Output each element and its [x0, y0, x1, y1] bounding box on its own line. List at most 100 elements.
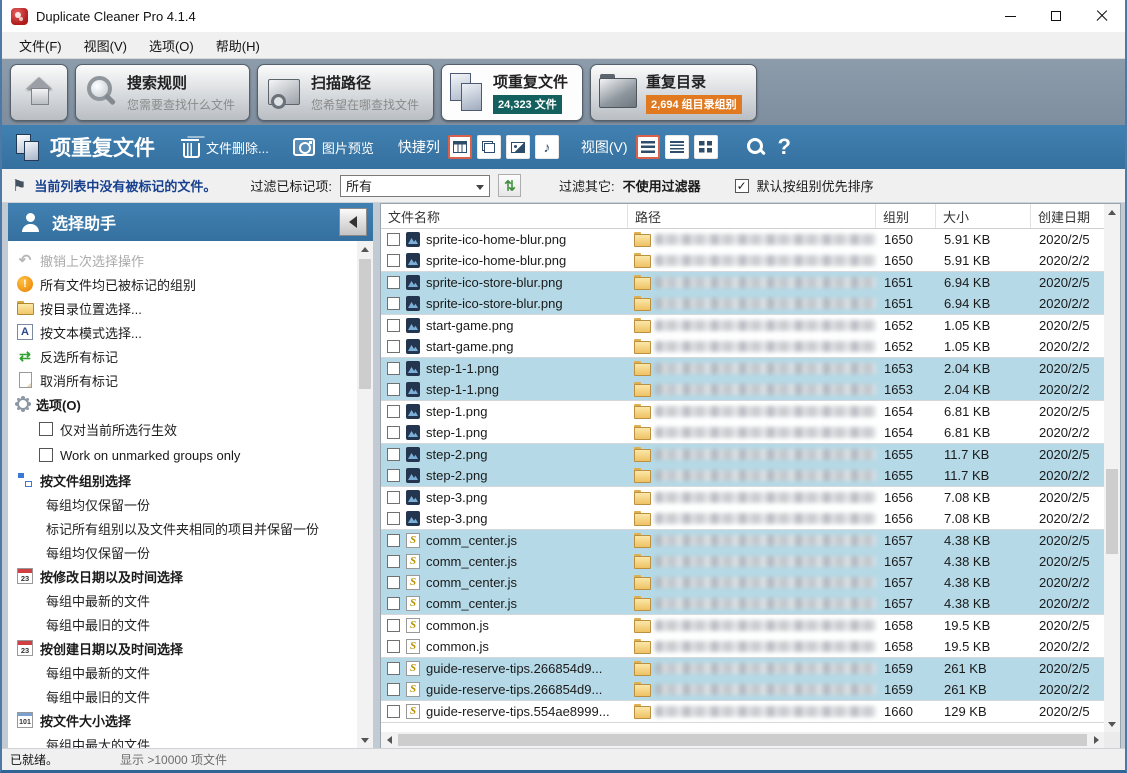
table-row[interactable]: comm_center.js16574.38 KB2020/2/2: [381, 593, 1104, 615]
row-checkbox[interactable]: [387, 426, 400, 439]
sidebar-item-1[interactable]: 所有文件均已被标记的组别: [17, 272, 357, 296]
table-row[interactable]: sprite-ico-home-blur.png16505.91 KB2020/…: [381, 229, 1104, 250]
sidebar-item-14[interactable]: 每组中最新的文件: [17, 588, 357, 612]
sidebar-item-13[interactable]: 按修改日期以及时间选择: [17, 564, 357, 588]
collapse-panel-button[interactable]: [339, 208, 367, 236]
row-checkbox[interactable]: [387, 534, 400, 547]
sidebar-item-8[interactable]: Work on unmarked groups only: [17, 442, 357, 468]
column-header-path[interactable]: 路径: [628, 204, 876, 228]
menu-item-0[interactable]: 文件(F): [8, 32, 73, 59]
help-icon[interactable]: [778, 134, 791, 160]
table-row[interactable]: sprite-ico-home-blur.png16505.91 KB2020/…: [381, 250, 1104, 272]
table-vertical-scrollbar[interactable]: [1104, 204, 1120, 732]
column-grid-icon-button[interactable]: [448, 135, 472, 159]
table-horizontal-scrollbar[interactable]: [381, 732, 1104, 748]
sidebar-scrollbar[interactable]: [357, 241, 373, 748]
row-checkbox[interactable]: [387, 640, 400, 653]
filter-marked-select[interactable]: 所有: [340, 175, 490, 197]
detail-view-icon-button[interactable]: [665, 135, 689, 159]
row-checkbox[interactable]: [387, 705, 400, 718]
tab-scan-paths[interactable]: 扫描路径您希望在哪查找文件: [257, 64, 434, 121]
sidebar-item-6[interactable]: 选项(O): [17, 392, 357, 416]
sidebar-item-7[interactable]: 仅对当前所选行生效: [17, 416, 357, 442]
sidebar-item-2[interactable]: 按目录位置选择...: [17, 296, 357, 320]
table-scroll-down-icon[interactable]: [1104, 716, 1120, 732]
table-row[interactable]: comm_center.js16574.38 KB2020/2/5: [381, 530, 1104, 551]
row-checkbox[interactable]: [387, 619, 400, 632]
sidebar-scroll-thumb[interactable]: [359, 259, 371, 389]
table-row[interactable]: guide-reserve-tips.266854d9...1659261 KB…: [381, 658, 1104, 679]
table-row[interactable]: step-1.png16546.81 KB2020/2/5: [381, 401, 1104, 422]
column-header-size[interactable]: 大小: [936, 204, 1031, 228]
scroll-down-icon[interactable]: [357, 732, 373, 748]
tab-search-rules[interactable]: 搜索规则您需要查找什么文件: [75, 64, 250, 121]
tab-duplicate-files[interactable]: 项重复文件24,323 文件: [441, 64, 583, 121]
row-checkbox[interactable]: [387, 297, 400, 310]
music-note-icon-button[interactable]: [535, 135, 559, 159]
table-row[interactable]: step-3.png16567.08 KB2020/2/2: [381, 508, 1104, 530]
sidebar-checkbox-7[interactable]: [39, 422, 53, 436]
menu-item-2[interactable]: 选项(O): [138, 32, 205, 59]
sidebar-item-5[interactable]: 取消所有标记: [17, 368, 357, 392]
sidebar-item-17[interactable]: 每组中最新的文件: [17, 660, 357, 684]
row-checkbox[interactable]: [387, 383, 400, 396]
table-row[interactable]: step-1-1.png16532.04 KB2020/2/2: [381, 379, 1104, 401]
table-row[interactable]: comm_center.js16574.38 KB2020/2/5: [381, 551, 1104, 572]
table-row[interactable]: start-game.png16521.05 KB2020/2/5: [381, 315, 1104, 336]
sidebar-item-19[interactable]: 按文件大小选择: [17, 708, 357, 732]
table-row[interactable]: comm_center.js16574.38 KB2020/2/2: [381, 572, 1104, 593]
table-scroll-up-icon[interactable]: [1104, 204, 1120, 220]
sidebar-item-20[interactable]: 每组中最大的文件: [17, 732, 357, 748]
sidebar-item-10[interactable]: 每组均仅保留一份: [17, 492, 357, 516]
sidebar-item-4[interactable]: 反选所有标记: [17, 344, 357, 368]
table-row[interactable]: step-1.png16546.81 KB2020/2/2: [381, 422, 1104, 444]
row-checkbox[interactable]: [387, 491, 400, 504]
table-vscroll-thumb[interactable]: [1106, 469, 1118, 554]
table-scroll-right-icon[interactable]: [1088, 732, 1104, 748]
table-row[interactable]: common.js165819.5 KB2020/2/2: [381, 636, 1104, 658]
sidebar-item-3[interactable]: 按文本模式选择...: [17, 320, 357, 344]
table-scroll-left-icon[interactable]: [381, 732, 397, 748]
row-checkbox[interactable]: [387, 362, 400, 375]
windows-icon-button[interactable]: [477, 135, 501, 159]
sidebar-checkbox-8[interactable]: [39, 448, 53, 462]
table-row[interactable]: common.js165819.5 KB2020/2/5: [381, 615, 1104, 636]
row-checkbox[interactable]: [387, 683, 400, 696]
row-checkbox[interactable]: [387, 469, 400, 482]
sidebar-item-15[interactable]: 每组中最旧的文件: [17, 612, 357, 636]
row-checkbox[interactable]: [387, 405, 400, 418]
table-row[interactable]: guide-reserve-tips.554ae8999...1660129 K…: [381, 701, 1104, 723]
menu-item-3[interactable]: 帮助(H): [205, 32, 271, 59]
table-row[interactable]: sprite-ico-store-blur.png16516.94 KB2020…: [381, 293, 1104, 315]
sidebar-item-12[interactable]: 每组均仅保留一份: [17, 540, 357, 564]
maximize-button[interactable]: [1033, 0, 1079, 32]
search-icon[interactable]: [746, 137, 766, 157]
table-row[interactable]: start-game.png16521.05 KB2020/2/2: [381, 336, 1104, 358]
row-checkbox[interactable]: [387, 576, 400, 589]
row-checkbox[interactable]: [387, 662, 400, 675]
file-removal-button[interactable]: 文件删除...: [181, 136, 269, 158]
column-header-group[interactable]: 组别: [876, 204, 936, 228]
table-row[interactable]: step-2.png165511.7 KB2020/2/5: [381, 444, 1104, 465]
sidebar-item-9[interactable]: 按文件组别选择: [17, 468, 357, 492]
table-row[interactable]: step-1-1.png16532.04 KB2020/2/5: [381, 358, 1104, 379]
row-checkbox[interactable]: [387, 448, 400, 461]
image-preview-button[interactable]: 图片预览: [293, 138, 374, 157]
tab-home[interactable]: [10, 64, 68, 121]
sidebar-item-11[interactable]: 标记所有组别以及文件夹相同的项目并保留一份: [17, 516, 357, 540]
row-checkbox[interactable]: [387, 254, 400, 267]
table-hscroll-thumb[interactable]: [398, 734, 1087, 746]
refresh-button[interactable]: [498, 174, 521, 197]
close-button[interactable]: [1079, 0, 1125, 32]
table-row[interactable]: sprite-ico-store-blur.png16516.94 KB2020…: [381, 272, 1104, 293]
tab-duplicate-folders[interactable]: 重复目录2,694 组目录组别: [590, 64, 757, 121]
row-checkbox[interactable]: [387, 340, 400, 353]
row-checkbox[interactable]: [387, 233, 400, 246]
column-header-created[interactable]: 创建日期: [1031, 204, 1104, 228]
row-checkbox[interactable]: [387, 512, 400, 525]
menu-item-1[interactable]: 视图(V): [73, 32, 138, 59]
sort-by-group-checkbox[interactable]: [735, 179, 749, 193]
row-checkbox[interactable]: [387, 597, 400, 610]
scroll-up-icon[interactable]: [357, 241, 373, 257]
table-row[interactable]: step-2.png165511.7 KB2020/2/2: [381, 465, 1104, 487]
